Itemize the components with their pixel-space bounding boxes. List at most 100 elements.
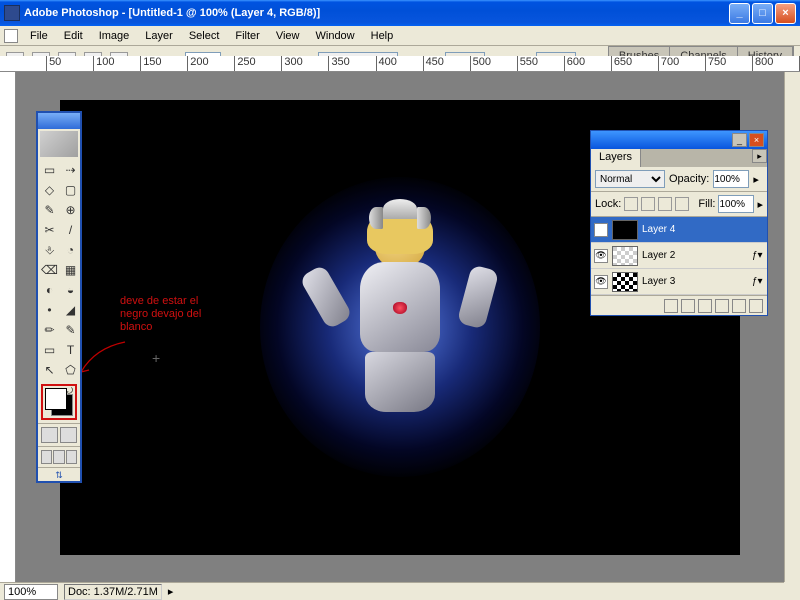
- menu-layer[interactable]: Layer: [137, 28, 181, 44]
- panel-footer: [591, 295, 767, 315]
- type-tool[interactable]: ◢: [60, 300, 81, 320]
- standard-mode[interactable]: [41, 427, 58, 443]
- layer-style-button[interactable]: [664, 299, 678, 313]
- arrow-annotation: [75, 340, 130, 380]
- eraser-tool[interactable]: ⌫: [39, 260, 60, 280]
- panel-minimize-button[interactable]: _: [732, 133, 747, 147]
- gradient-tool[interactable]: ▦: [60, 260, 81, 280]
- quickmask-mode[interactable]: [60, 427, 77, 443]
- lock-position-icon[interactable]: [658, 197, 672, 211]
- panel-close-button[interactable]: ×: [749, 133, 764, 147]
- menu-file[interactable]: File: [22, 28, 56, 44]
- doc-size[interactable]: Doc: 1.37M/2.71M: [64, 584, 162, 600]
- lock-all-icon[interactable]: [675, 197, 689, 211]
- blend-mode-select[interactable]: Normal: [595, 170, 665, 188]
- delete-layer-button[interactable]: [749, 299, 763, 313]
- visibility-icon[interactable]: 👁: [594, 275, 608, 289]
- maximize-button[interactable]: □: [752, 3, 773, 24]
- menu-edit[interactable]: Edit: [56, 28, 91, 44]
- blur-tool[interactable]: ◐: [39, 280, 60, 300]
- layer-row[interactable]: 👁 Layer 2 ƒ▾: [591, 243, 767, 269]
- window-title: Adobe Photoshop - [Untitled-1 @ 100% (La…: [24, 7, 729, 19]
- layer-row[interactable]: 👁 Layer 4: [591, 217, 767, 243]
- crop-tool[interactable]: ✎: [39, 200, 60, 220]
- adjustment-layer-button[interactable]: [715, 299, 729, 313]
- crosshair-cursor: +: [152, 350, 160, 366]
- layer-name[interactable]: Layer 4: [642, 224, 764, 235]
- foreground-color[interactable]: [45, 388, 67, 410]
- layer-thumb[interactable]: [612, 272, 638, 292]
- stamp-tool[interactable]: ⎀: [39, 240, 60, 260]
- jump-to-icon[interactable]: ⇅: [38, 467, 80, 481]
- slice-tool[interactable]: ⊕: [60, 200, 81, 220]
- menu-filter[interactable]: Filter: [227, 28, 267, 44]
- layer-style-icon[interactable]: ƒ▾: [752, 276, 764, 287]
- dodge-tool[interactable]: ◒: [60, 280, 81, 300]
- toolbox-logo: [40, 131, 78, 157]
- screen-menubar[interactable]: [53, 450, 64, 464]
- annotation-text: deve de estar el negro devajo del blanco: [120, 295, 201, 335]
- visibility-icon[interactable]: 👁: [594, 249, 608, 263]
- menu-bar: File Edit Image Layer Select Filter View…: [0, 26, 800, 46]
- notes-tool[interactable]: ▭: [39, 340, 60, 360]
- screen-standard[interactable]: [41, 450, 52, 464]
- app-icon: [4, 5, 20, 21]
- lock-image-icon[interactable]: [641, 197, 655, 211]
- new-set-button[interactable]: [698, 299, 712, 313]
- healing-tool[interactable]: ✂: [39, 220, 60, 240]
- layer-mask-button[interactable]: [681, 299, 695, 313]
- lasso-tool[interactable]: ◇: [39, 180, 60, 200]
- scrollbar-vertical[interactable]: [784, 72, 800, 582]
- doc-menu-icon[interactable]: ▸: [168, 585, 174, 598]
- layer-row[interactable]: 👁 Layer 3 ƒ▾: [591, 269, 767, 295]
- new-layer-button[interactable]: [732, 299, 746, 313]
- status-bar: 100% Doc: 1.37M/2.71M ▸: [0, 582, 784, 600]
- window-titlebar: Adobe Photoshop - [Untitled-1 @ 100% (La…: [0, 0, 800, 26]
- toolbox-header[interactable]: [38, 113, 80, 129]
- armored-figure: [330, 217, 470, 437]
- history-brush-tool[interactable]: ◔: [60, 240, 81, 260]
- opacity-input[interactable]: [713, 170, 749, 188]
- screen-full[interactable]: [66, 450, 77, 464]
- zoom-tool[interactable]: ⬠: [60, 360, 81, 380]
- pen-tool[interactable]: ✏: [39, 320, 60, 340]
- path-tool[interactable]: •: [39, 300, 60, 320]
- color-swatch[interactable]: ⤾: [41, 384, 77, 420]
- opacity-arrow-icon[interactable]: ▸: [753, 173, 759, 186]
- fill-arrow-icon[interactable]: ▸: [757, 198, 763, 211]
- layer-thumb[interactable]: [612, 246, 638, 266]
- layer-style-icon[interactable]: ƒ▾: [752, 250, 764, 261]
- opacity-label: Opacity:: [669, 173, 709, 185]
- document-icon: [4, 29, 18, 43]
- magic-wand-tool[interactable]: ▢: [60, 180, 81, 200]
- close-button[interactable]: ×: [775, 3, 796, 24]
- ruler-horizontal[interactable]: 5010015020025030035040045050055060065070…: [0, 56, 800, 72]
- minimize-button[interactable]: _: [729, 3, 750, 24]
- menu-help[interactable]: Help: [363, 28, 402, 44]
- panel-header[interactable]: _ ×: [591, 131, 767, 149]
- shape-tool[interactable]: ✎: [60, 320, 81, 340]
- lock-transparent-icon[interactable]: [624, 197, 638, 211]
- lock-label: Lock:: [595, 198, 621, 210]
- panel-menu-icon[interactable]: ▸: [752, 149, 767, 163]
- marquee-tool[interactable]: ▭: [39, 160, 60, 180]
- layer-thumb[interactable]: [612, 220, 638, 240]
- ruler-vertical[interactable]: [0, 72, 16, 582]
- menu-select[interactable]: Select: [181, 28, 228, 44]
- menu-view[interactable]: View: [268, 28, 308, 44]
- layers-tab[interactable]: Layers: [591, 149, 641, 167]
- eyedropper-tool[interactable]: T: [60, 340, 81, 360]
- brush-tool[interactable]: /: [60, 220, 81, 240]
- visibility-icon[interactable]: 👁: [594, 223, 608, 237]
- menu-window[interactable]: Window: [308, 28, 363, 44]
- move-tool[interactable]: ⇢: [60, 160, 81, 180]
- hand-tool[interactable]: ↖: [39, 360, 60, 380]
- zoom-level[interactable]: 100%: [4, 584, 58, 600]
- layer-name[interactable]: Layer 3: [642, 276, 748, 287]
- toolbox[interactable]: ▭ ⇢ ◇ ▢ ✎ ⊕ ✂ / ⎀ ◔ ⌫ ▦ ◐ ◒ • ◢ ✏ ✎ ▭ T …: [36, 111, 82, 483]
- menu-image[interactable]: Image: [91, 28, 138, 44]
- fill-input[interactable]: [718, 195, 754, 213]
- fill-label: Fill:: [698, 198, 715, 210]
- layer-name[interactable]: Layer 2: [642, 250, 748, 261]
- layers-panel[interactable]: _ × Layers ▸ Normal Opacity: ▸ Lock: Fil…: [590, 130, 768, 316]
